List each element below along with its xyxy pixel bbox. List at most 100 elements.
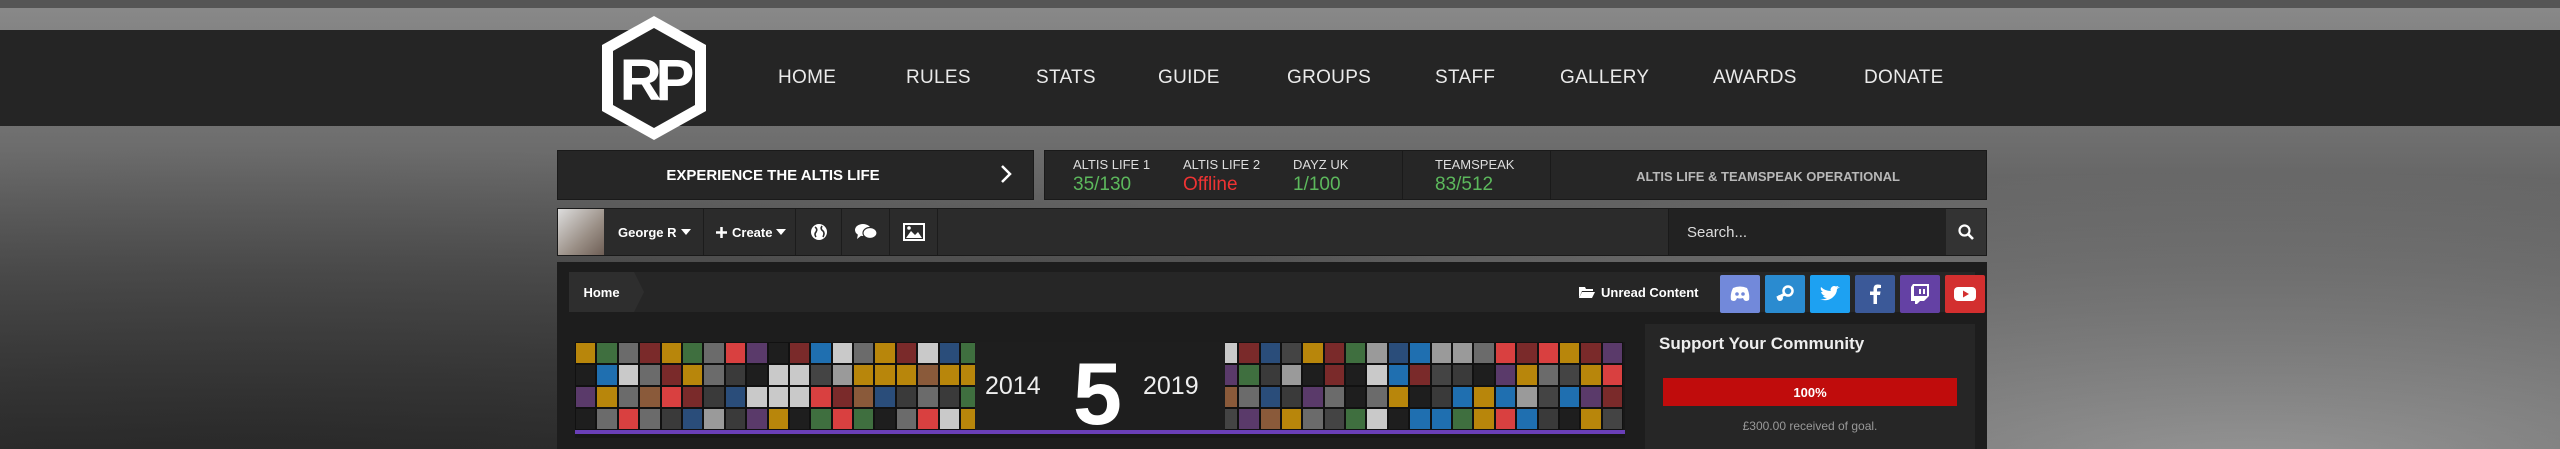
- unread-label: Unread Content: [1601, 284, 1699, 300]
- twitch-button[interactable]: [1900, 275, 1940, 313]
- search-input[interactable]: [1668, 209, 1946, 255]
- member-avatar-tile: [746, 386, 768, 408]
- member-avatar-tile: [703, 364, 725, 386]
- server-altis-life-1: ALTIS LIFE 1 35/130: [1073, 157, 1150, 196]
- server-status: ALTIS LIFE 1 35/130 ALTIS LIFE 2 Offline…: [1044, 150, 1987, 200]
- youtube-icon: [1954, 287, 1976, 301]
- search-button[interactable]: [1946, 209, 1986, 255]
- member-avatar-tile: [810, 364, 832, 386]
- avatar[interactable]: [558, 209, 604, 255]
- member-avatar-tile: [1259, 408, 1281, 430]
- search-icon: [1958, 224, 1974, 240]
- folder-open-icon: [1579, 286, 1595, 298]
- nav-staff[interactable]: STAFF: [1435, 67, 1495, 89]
- member-avatar-tile: [874, 342, 896, 364]
- member-avatar-tile: [660, 364, 682, 386]
- facebook-button[interactable]: [1855, 275, 1895, 313]
- member-avatar-tile: [1601, 342, 1624, 364]
- member-avatar-tile: [1452, 364, 1474, 386]
- member-avatar-tile: [617, 342, 640, 364]
- nav-home[interactable]: HOME: [778, 67, 836, 89]
- messages-button[interactable]: [842, 209, 890, 255]
- member-avatar-tile: [1537, 342, 1559, 364]
- member-avatar-tile: [874, 364, 896, 386]
- member-avatar-tile: [1558, 408, 1581, 430]
- nav-awards[interactable]: AWARDS: [1713, 67, 1797, 89]
- member-avatar-tile: [1366, 408, 1388, 430]
- member-avatar-tile: [895, 364, 918, 386]
- member-avatar-tile: [1473, 364, 1495, 386]
- support-title: Support Your Community: [1659, 334, 1865, 353]
- member-avatar-tile: [639, 408, 661, 430]
- member-avatar-tile: [1387, 342, 1410, 364]
- member-avatar-tile: [1516, 386, 1538, 408]
- site-logo[interactable]: RP: [594, 12, 714, 144]
- breadcrumb-home[interactable]: Home: [569, 272, 634, 312]
- member-avatar-tile: [1302, 364, 1324, 386]
- server-players: 1/100: [1293, 174, 1341, 195]
- globe-icon: [810, 224, 827, 240]
- member-avatar-tile: [853, 386, 875, 408]
- member-avatar-tile: [1302, 386, 1324, 408]
- member-avatar-tile: [788, 386, 811, 408]
- member-avatar-tile: [660, 342, 682, 364]
- member-avatar-tile: [703, 342, 725, 364]
- member-avatar-tile: [917, 386, 939, 408]
- create-menu[interactable]: Create: [704, 209, 796, 255]
- member-avatar-tile: [1580, 342, 1602, 364]
- member-avatar-tile: [617, 364, 640, 386]
- member-avatar-tile: [1601, 364, 1624, 386]
- member-avatar-tile: [1345, 342, 1367, 364]
- caret-down-icon: [776, 229, 787, 235]
- member-avatar-tile: [1430, 386, 1453, 408]
- member-avatar-tile: [746, 342, 768, 364]
- unread-content-link[interactable]: Unread Content: [1579, 282, 1699, 302]
- member-avatar-tile: [1238, 342, 1260, 364]
- twitter-button[interactable]: [1810, 275, 1850, 313]
- nav-rules[interactable]: RULES: [906, 67, 971, 89]
- member-avatar-tile: [1537, 408, 1559, 430]
- server-players: Offline: [1183, 174, 1238, 195]
- member-avatar-tile: [1409, 408, 1431, 430]
- member-avatar-tile: [660, 408, 682, 430]
- member-avatar-tile: [1409, 364, 1431, 386]
- nav-donate[interactable]: DONATE: [1864, 67, 1944, 89]
- year-end: 2019: [1143, 372, 1199, 400]
- globe-button[interactable]: [796, 209, 842, 255]
- member-avatar-tile: [1366, 386, 1388, 408]
- experience-banner[interactable]: EXPERIENCE THE ALTIS LIFE: [557, 150, 1034, 200]
- nav-stats[interactable]: STATS: [1036, 67, 1096, 89]
- member-avatar-tile: [1473, 386, 1495, 408]
- member-avatar-tile: [703, 408, 725, 430]
- create-label: Create: [732, 224, 773, 240]
- member-avatar-tile: [1387, 408, 1410, 430]
- user-menu[interactable]: George R: [604, 209, 704, 255]
- server-name: ALTIS LIFE 1: [1073, 157, 1151, 172]
- member-avatar-tile: [917, 408, 939, 430]
- member-avatar-tile: [660, 386, 682, 408]
- breadcrumb-arrow: [634, 272, 644, 312]
- youtube-button[interactable]: [1945, 275, 1985, 313]
- experience-label: EXPERIENCE THE ALTIS LIFE: [666, 167, 880, 184]
- member-avatar-tile: [681, 364, 704, 386]
- server-name: DAYZ UK: [1293, 157, 1349, 172]
- nav-gallery[interactable]: GALLERY: [1560, 67, 1649, 89]
- member-avatar-tile: [639, 342, 661, 364]
- member-avatar-tile: [810, 386, 832, 408]
- member-avatar-tile: [681, 386, 704, 408]
- member-avatar-tile: [575, 408, 597, 430]
- gallery-button[interactable]: [890, 209, 938, 255]
- member-avatar-tile: [1430, 408, 1453, 430]
- nav-groups[interactable]: GROUPS: [1287, 67, 1371, 89]
- support-panel: Support Your Community 100% £300.00 rece…: [1645, 324, 1975, 449]
- member-avatar-tile: [874, 386, 896, 408]
- member-avatar-tile: [1473, 342, 1495, 364]
- plus-icon: [716, 226, 727, 238]
- member-avatar-tile: [810, 342, 832, 364]
- discord-button[interactable]: [1720, 275, 1760, 313]
- member-avatar-tile: [1580, 386, 1602, 408]
- member-avatar-tile: [1494, 364, 1517, 386]
- nav-guide[interactable]: GUIDE: [1158, 67, 1220, 89]
- member-avatar-tile: [788, 408, 811, 430]
- steam-button[interactable]: [1765, 275, 1805, 313]
